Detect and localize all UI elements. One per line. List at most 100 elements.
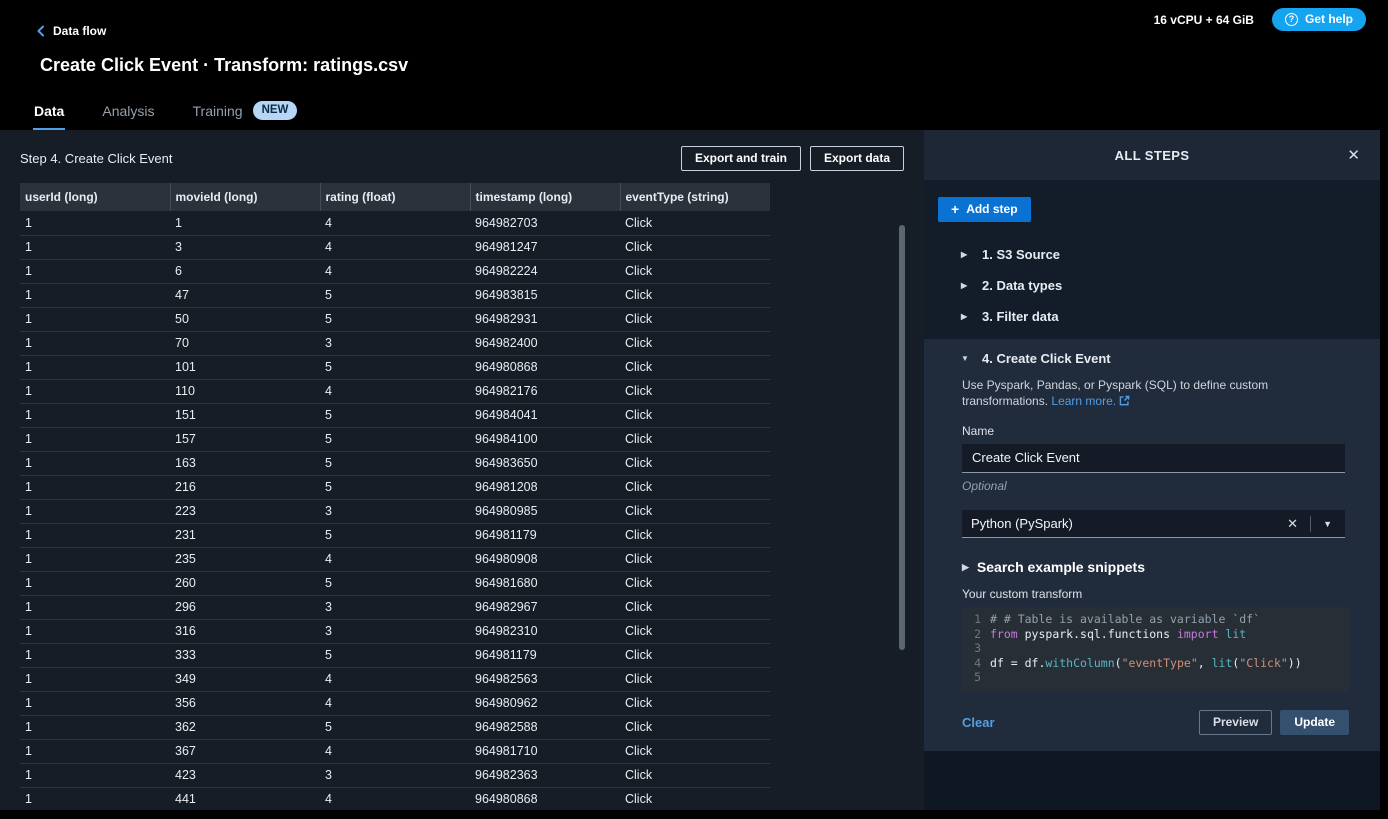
table-cell: Click (620, 595, 770, 620)
table-cell: 964981179 (470, 643, 620, 668)
table-cell: 964981247 (470, 235, 620, 260)
add-step-label: Add step (966, 202, 1018, 216)
app-window: 16 vCPU + 64 GiB ? Get help Data flow Cr… (0, 0, 1380, 810)
table-cell: 4 (320, 691, 470, 716)
tab-bar: Data Analysis Training NEW (33, 91, 298, 130)
table-cell: 423 (170, 763, 320, 788)
table-cell: 1 (20, 739, 170, 764)
table-cell: 157 (170, 427, 320, 452)
table-cell: 1 (20, 691, 170, 716)
help-circle-icon: ? (1284, 12, 1298, 26)
tab-analysis[interactable]: Analysis (101, 91, 155, 130)
table-cell: 964983815 (470, 283, 620, 308)
table-cell: 964982967 (470, 595, 620, 620)
table-cell: 1 (20, 331, 170, 356)
table-cell: 5 (320, 307, 470, 332)
transform-footer: Clear Preview Update (962, 709, 1349, 735)
table-cell: 964982931 (470, 307, 620, 332)
search-snippets-toggle[interactable]: ▶ Search example snippets (962, 559, 1349, 575)
table-cell: 316 (170, 619, 320, 644)
table-cell: 964980962 (470, 691, 620, 716)
table-cell: 5 (320, 571, 470, 596)
table-row: 1 231 5 964981179 Click (20, 523, 770, 548)
step-s3-source[interactable]: ▶ 1. S3 Source (924, 239, 1380, 270)
code-line-content: from pyspark.sql.functions import lit (990, 626, 1247, 641)
language-select[interactable]: Python (PySpark) ✕ ▼ (962, 510, 1345, 538)
breadcrumb[interactable]: Data flow (36, 24, 106, 38)
table-cell: 1 (20, 763, 170, 788)
tab-data[interactable]: Data (33, 91, 66, 130)
external-link-icon (1119, 395, 1130, 406)
custom-transform-label: Your custom transform (962, 587, 1083, 601)
table-cell: 3 (320, 499, 470, 524)
table-row: 1 441 4 964980868 Click (20, 787, 770, 810)
vertical-scrollbar[interactable] (899, 225, 905, 650)
table-cell: Click (620, 331, 770, 356)
table-row: 1 349 4 964982563 Click (20, 667, 770, 692)
line-number: 5 (974, 670, 981, 685)
table-cell: 5 (320, 403, 470, 428)
close-icon[interactable]: ✕ (1347, 146, 1360, 164)
table-cell: 964980868 (470, 787, 620, 810)
table-row: 1 296 3 964982967 Click (20, 595, 770, 620)
chevron-right-icon: ▶ (962, 561, 969, 572)
clear-link[interactable]: Clear (962, 715, 995, 730)
table-cell: Click (620, 235, 770, 260)
tab-training-label: Training (192, 102, 243, 119)
table-cell: 964982703 (470, 211, 620, 236)
table-row: 1 101 5 964980868 Click (20, 355, 770, 380)
chevron-right-icon: ▶ (961, 312, 968, 321)
step-data-types[interactable]: ▶ 2. Data types (924, 270, 1380, 301)
table-row: 1 362 5 964982588 Click (20, 715, 770, 740)
table-cell: 349 (170, 667, 320, 692)
chevron-right-icon: ▶ (961, 250, 968, 259)
name-label: Name (962, 424, 995, 438)
step-filter-data[interactable]: ▶ 3. Filter data (924, 301, 1380, 332)
table-cell: 4 (320, 259, 470, 284)
table-cell: 964984100 (470, 427, 620, 452)
all-steps-title: ALL STEPS (1114, 147, 1190, 163)
table-row: 1 367 4 964981710 Click (20, 739, 770, 764)
table-cell: 964984041 (470, 403, 620, 428)
get-help-label: Get help (1304, 12, 1353, 26)
table-cell: 1 (20, 379, 170, 404)
table-cell: 1 (20, 547, 170, 572)
table-cell: 151 (170, 403, 320, 428)
step-create-click-event[interactable]: ▼ 4. Create Click Event (924, 339, 1380, 374)
table-row: 1 235 4 964980908 Click (20, 547, 770, 572)
learn-more-link[interactable]: Learn more. (1051, 394, 1116, 408)
export-and-train-button[interactable]: Export and train (680, 145, 801, 171)
table-cell: 1 (20, 595, 170, 620)
table-cell: 964981680 (470, 571, 620, 596)
table-cell: 1 (20, 715, 170, 740)
table-cell: Click (620, 571, 770, 596)
optional-label: Optional (962, 479, 1007, 493)
table-cell: 964982563 (470, 667, 620, 692)
current-step-label: Step 4. Create Click Event (20, 150, 173, 166)
table-cell: Click (620, 451, 770, 476)
table-cell: 333 (170, 643, 320, 668)
export-data-button[interactable]: Export data (809, 145, 904, 171)
clear-selection-icon[interactable]: ✕ (1275, 516, 1310, 532)
data-preview-section: Step 4. Create Click Event Export and tr… (0, 130, 924, 810)
get-help-button[interactable]: ? Get help (1271, 8, 1366, 31)
update-button[interactable]: Update (1280, 709, 1349, 735)
table-cell: 47 (170, 283, 320, 308)
code-editor[interactable]: 1 # # Table is available as variable `df`… (962, 607, 1349, 691)
table-cell: 356 (170, 691, 320, 716)
table-cell: 3 (170, 235, 320, 260)
table-cell: Click (620, 763, 770, 788)
table-row: 1 333 5 964981179 Click (20, 643, 770, 668)
tab-training[interactable]: Training NEW (192, 91, 299, 130)
table-cell: 964982224 (470, 259, 620, 284)
table-cell: Click (620, 643, 770, 668)
page-title: Create Click Event · Transform: ratings.… (40, 55, 409, 75)
table-cell: 5 (320, 475, 470, 500)
table-row: 1 356 4 964980962 Click (20, 691, 770, 716)
code-line: 2 from pyspark.sql.functions import lit (962, 627, 1349, 642)
name-input[interactable] (962, 444, 1345, 473)
chevron-right-icon: ▶ (961, 281, 968, 290)
preview-button[interactable]: Preview (1198, 709, 1273, 735)
dropdown-caret-icon[interactable]: ▼ (1311, 519, 1344, 529)
add-step-button[interactable]: + Add step (938, 197, 1031, 222)
